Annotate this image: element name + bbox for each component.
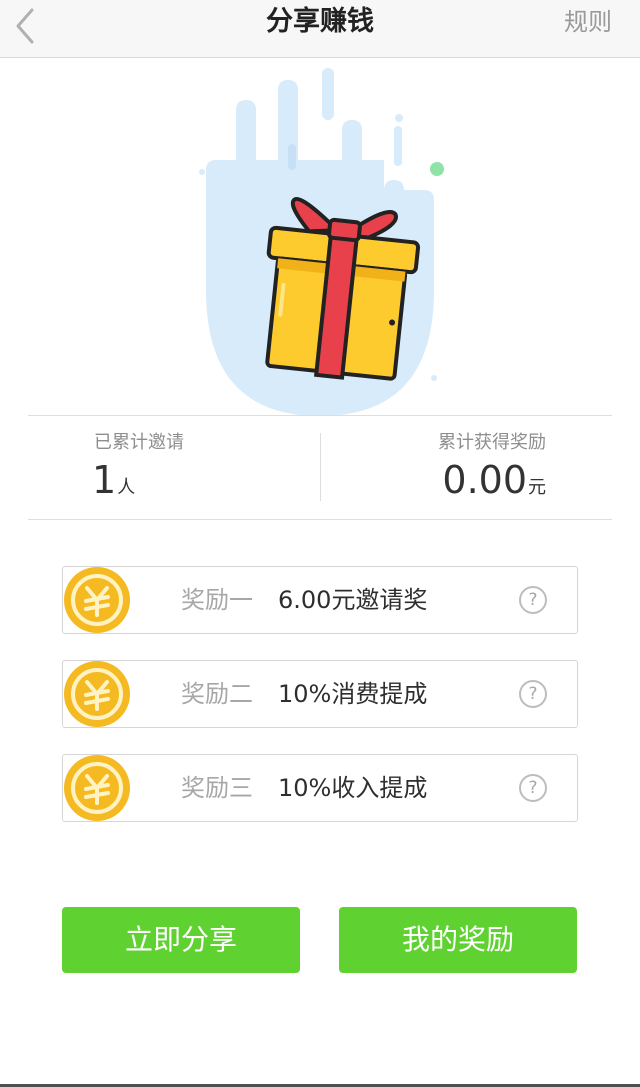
- reward-item-1[interactable]: 奖励一 6.00元邀请奖 ?: [62, 566, 578, 634]
- total-reward-unit: 元: [528, 477, 546, 498]
- reward-description: 10%收入提成: [278, 774, 428, 802]
- stats-center-divider: [320, 433, 321, 501]
- reward-label: 奖励三: [181, 774, 253, 802]
- coin-icon: [64, 567, 130, 633]
- invited-count: 1人: [92, 458, 135, 502]
- stats-top-divider: [28, 415, 612, 416]
- help-icon[interactable]: ?: [519, 774, 547, 802]
- invited-count-unit: 人: [117, 477, 136, 498]
- share-now-button[interactable]: 立即分享: [62, 907, 300, 973]
- reward-description: 6.00元邀请奖: [278, 586, 428, 614]
- invited-count-label: 已累计邀请: [94, 432, 184, 453]
- rules-link[interactable]: 规则: [564, 0, 612, 44]
- reward-label: 奖励一: [181, 586, 253, 614]
- gift-illustration: [180, 60, 460, 416]
- my-rewards-button[interactable]: 我的奖励: [339, 907, 577, 973]
- page-title: 分享赚钱: [266, 6, 374, 37]
- reward-label: 奖励二: [181, 680, 253, 708]
- stats-bottom-divider: [28, 519, 612, 520]
- nav-bar: 分享赚钱 规则: [0, 0, 640, 58]
- total-reward-label: 累计获得奖励: [438, 432, 546, 453]
- coin-icon: [64, 661, 130, 727]
- total-reward: 0.00元: [442, 458, 546, 502]
- total-reward-value: 0.00: [442, 458, 527, 502]
- help-icon[interactable]: ?: [519, 586, 547, 614]
- invited-count-value: 1: [92, 458, 117, 502]
- reward-item-3[interactable]: 奖励三 10%收入提成 ?: [62, 754, 578, 822]
- reward-item-2[interactable]: 奖励二 10%消费提成 ?: [62, 660, 578, 728]
- help-icon[interactable]: ?: [519, 680, 547, 708]
- reward-description: 10%消费提成: [278, 680, 428, 708]
- coin-icon: [64, 755, 130, 821]
